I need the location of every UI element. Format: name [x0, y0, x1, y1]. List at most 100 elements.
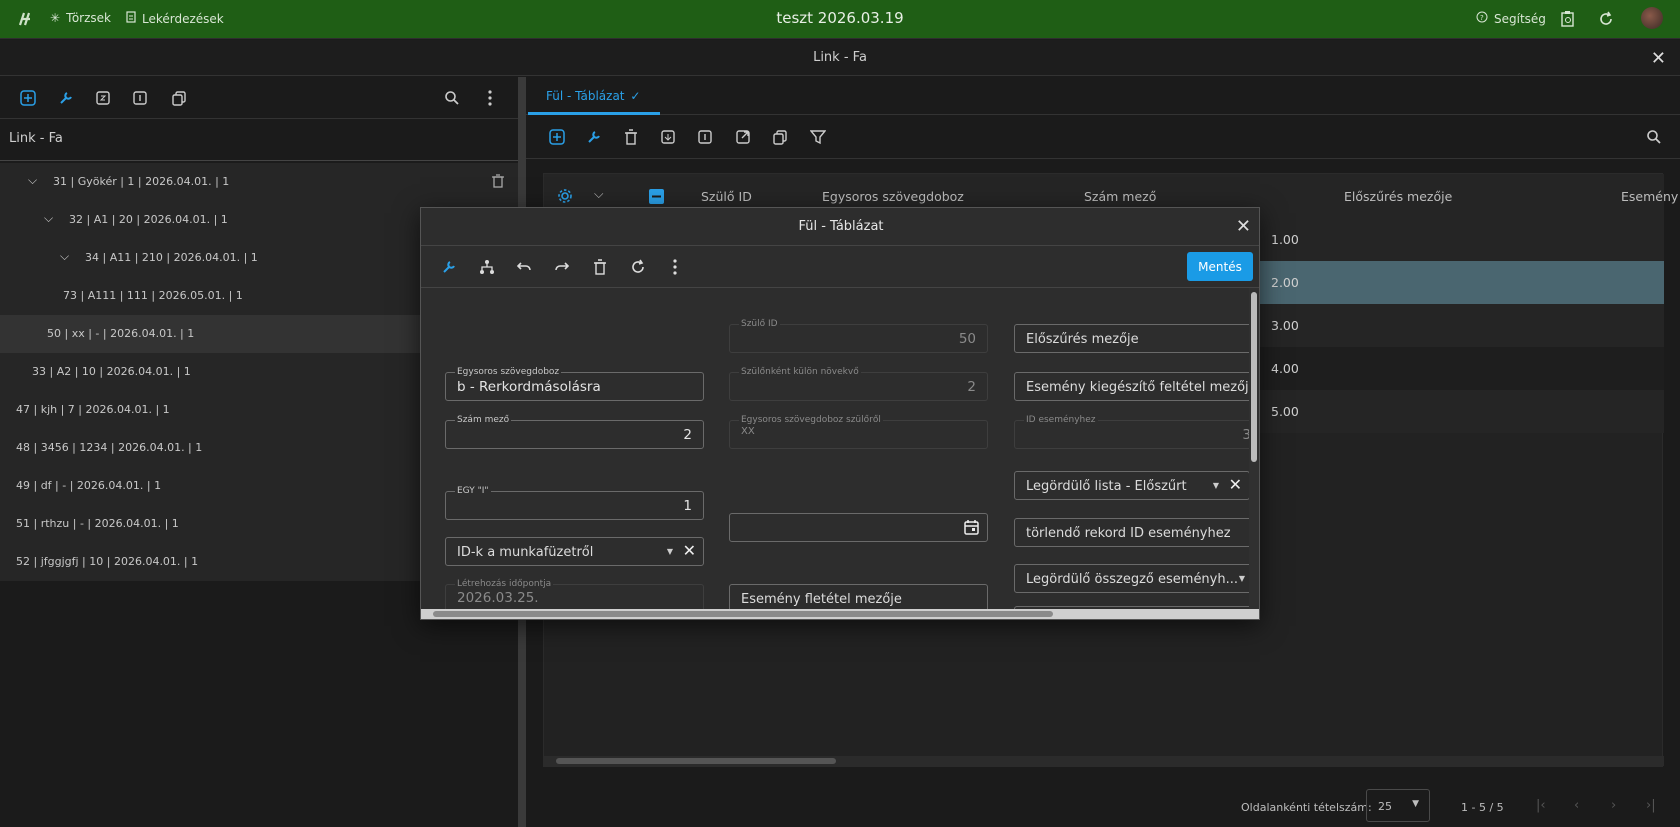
grid-horizontal-scrollbar[interactable]: [544, 756, 1664, 766]
export-icon[interactable]: [94, 89, 112, 107]
wrench-icon[interactable]: [440, 258, 458, 276]
date-field[interactable]: [729, 513, 988, 542]
chevron-down-icon[interactable]: ⌵: [594, 186, 603, 202]
copy-icon[interactable]: [170, 89, 188, 107]
dropdown-arrow-icon[interactable]: ▼: [1239, 574, 1245, 583]
egy-field[interactable]: EGY "I" 1: [445, 485, 704, 520]
cell-szam: 5.00: [1271, 404, 1299, 419]
select-all-checkbox[interactable]: [647, 187, 665, 205]
clear-icon[interactable]: ✕: [683, 541, 696, 560]
settings-gear-icon[interactable]: [556, 187, 574, 205]
dialog-vertical-scrollbar[interactable]: [1249, 288, 1259, 611]
hierarchy-icon[interactable]: [478, 258, 496, 276]
first-page-icon[interactable]: |‹: [1536, 798, 1546, 813]
torlendo-field[interactable]: törlendő rekord ID eseményhez: [1014, 518, 1251, 547]
column-header-esemeny[interactable]: Esemény: [1621, 189, 1678, 204]
export-icon[interactable]: [659, 128, 677, 146]
help-button[interactable]: ? Segítség: [1476, 11, 1546, 26]
wrench-icon[interactable]: [585, 128, 603, 146]
chevron-down-icon[interactable]: ⌵: [28, 173, 37, 188]
field-placeholder: Esemény kiegészítő feltétel mezője: [1026, 380, 1251, 395]
more-vert-icon[interactable]: [666, 258, 684, 276]
import-icon[interactable]: [131, 89, 149, 107]
redo-icon[interactable]: [553, 258, 571, 276]
open-external-icon[interactable]: [734, 128, 752, 146]
dialog-horizontal-scrollbar[interactable]: [421, 609, 1259, 619]
help-icon: ?: [1476, 11, 1488, 26]
search-icon[interactable]: [1645, 128, 1663, 146]
filter-icon[interactable]: [809, 128, 827, 146]
dropdown-arrow-icon[interactable]: ▼: [667, 547, 673, 556]
clear-icon[interactable]: ✕: [1229, 475, 1242, 494]
esemeny-kieg-field[interactable]: Esemény kiegészítő feltétel mezője: [1014, 372, 1251, 401]
refresh-icon[interactable]: [629, 258, 647, 276]
app-title: teszt 2026.03.19: [776, 9, 904, 27]
table-toolbar: [526, 115, 1680, 159]
svg-text:?: ?: [1480, 14, 1484, 22]
legordulo-eloszurt-select[interactable]: Legördülő lista - Előszűrt ▼ ✕: [1014, 471, 1250, 500]
next-page-icon[interactable]: ›: [1611, 798, 1616, 813]
clipboard-search-icon[interactable]: [1559, 10, 1577, 28]
save-button[interactable]: Mentés: [1187, 252, 1253, 281]
field-value: 2: [967, 379, 976, 395]
search-icon[interactable]: [443, 89, 461, 107]
column-header-egysoros[interactable]: Egysoros szövegdoboz: [822, 189, 964, 204]
select-placeholder: Legördülő összegző eseményh...: [1026, 572, 1239, 587]
avatar[interactable]: [1641, 7, 1663, 29]
trash-icon[interactable]: [622, 128, 640, 146]
tree-node-label: 73 | A111 | 111 | 2026.05.01. | 1: [63, 289, 243, 302]
id-esemenyhez-field: ID eseményhez 3: [1014, 414, 1251, 449]
tree-node-label: 33 | A2 | 10 | 2026.04.01. | 1: [32, 365, 191, 378]
tree-title: Link - Fa: [0, 119, 518, 161]
tree-node-label: 34 | A11 | 210 | 2026.04.01. | 1: [85, 251, 258, 264]
dialog-header: Fül - Táblázat ✕: [421, 208, 1259, 246]
page-size-label: Oldalankénti tételszám:: [1241, 801, 1372, 814]
tree-node[interactable]: ⌵ 31 | Gyökér | 1 | 2026.04.01. | 1: [0, 163, 518, 201]
field-value: 2: [683, 427, 692, 443]
szam-field[interactable]: Szám mező 2: [445, 414, 704, 449]
field-label: Szám mező: [455, 414, 512, 426]
tab-ful-tablazat[interactable]: Fül - Táblázat ✓: [546, 89, 640, 103]
trash-icon[interactable]: [492, 174, 504, 191]
app-top-bar: ✳ Törzsek Lekérdezések teszt 2026.03.19 …: [0, 0, 1680, 39]
dialog-form: Egysoros szövegdoboz b - Rerkordmásolásr…: [421, 288, 1251, 611]
copy-icon[interactable]: [771, 128, 789, 146]
last-page-icon[interactable]: ›|: [1646, 798, 1656, 813]
tree-node-label: 51 | rthzu | - | 2026.04.01. | 1: [16, 517, 179, 530]
eloszures-field[interactable]: Előszűrés mezője: [1014, 324, 1251, 353]
dropdown-arrow-icon[interactable]: ▼: [1213, 481, 1219, 490]
refresh-icon[interactable]: [1597, 10, 1615, 28]
legordulo-osszegzo-select[interactable]: Legördülő összegző eseményh... ▼: [1014, 564, 1251, 593]
field-value: 2026.03.25.: [457, 590, 539, 606]
tab-bar: Fül - Táblázat ✓: [526, 77, 1680, 115]
scrollbar-thumb[interactable]: [1251, 292, 1257, 462]
esemeny-fletetel-field[interactable]: Esemény fletétel mezője: [729, 584, 988, 611]
page-size-select[interactable]: 25 ▼: [1366, 789, 1430, 822]
scrollbar-thumb[interactable]: [556, 758, 836, 764]
tab-label: Fül - Táblázat: [546, 89, 625, 103]
paginator: Oldalankénti tételszám: 25 ▼ 1 - 5 / 5 |…: [526, 785, 1680, 827]
chevron-down-icon[interactable]: ⌵: [44, 211, 53, 226]
prev-page-icon[interactable]: ‹: [1574, 798, 1579, 813]
calendar-icon[interactable]: [964, 520, 979, 539]
field-placeholder: Esemény fletétel mezője: [741, 592, 902, 607]
chevron-down-icon[interactable]: ⌵: [60, 249, 69, 264]
wrench-icon[interactable]: [57, 89, 75, 107]
add-icon[interactable]: [19, 89, 37, 107]
close-icon[interactable]: ✕: [1651, 48, 1666, 69]
scrollbar-thumb[interactable]: [433, 611, 1053, 617]
undo-icon[interactable]: [515, 258, 533, 276]
dialog-close-icon[interactable]: ✕: [1236, 216, 1251, 237]
cell-szam: 2.00: [1271, 275, 1299, 290]
egysoros-field[interactable]: Egysoros szövegdoboz b - Rerkordmásolásr…: [445, 366, 704, 401]
trash-icon[interactable]: [591, 258, 609, 276]
tree-toolbar: [0, 77, 518, 119]
column-header-szulo-id[interactable]: Szülő ID: [701, 189, 752, 204]
column-header-eloszures[interactable]: Előszűrés mezője: [1344, 189, 1452, 204]
add-icon[interactable]: [548, 128, 566, 146]
column-header-szam[interactable]: Szám mező: [1084, 189, 1156, 204]
more-vert-icon[interactable]: [481, 89, 499, 107]
ids-select[interactable]: ID-k a munkafüzetről ▼ ✕: [445, 537, 704, 566]
import-icon[interactable]: [696, 128, 714, 146]
field-label: Létrehozás időpontja: [455, 578, 554, 590]
